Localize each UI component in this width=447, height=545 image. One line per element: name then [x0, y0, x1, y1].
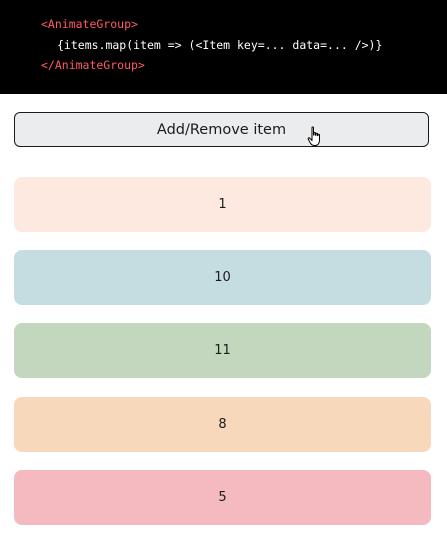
list-item: 8: [14, 397, 431, 452]
list-item: 11: [14, 323, 431, 378]
add-remove-item-button-label: Add/Remove item: [156, 121, 287, 138]
list-item: 10: [14, 250, 431, 305]
add-remove-item-button[interactable]: Add/Remove item: [14, 112, 429, 147]
list-item-label: 11: [214, 343, 231, 358]
list-item-label: 1: [218, 197, 227, 212]
list-item: 1: [14, 177, 431, 232]
code-snippet: <AnimateGroup> {items.map(item => (<Item…: [0, 0, 447, 94]
list-item: 5: [14, 470, 431, 525]
hand-pointer-icon: [307, 126, 325, 148]
list-item-label: 10: [214, 270, 231, 285]
code-expression: {items.map(item => (<Item key=... data=.…: [57, 38, 383, 52]
code-close-tag: </AnimateGroup>: [41, 58, 145, 72]
list-item-label: 8: [218, 417, 227, 432]
code-open-tag: <AnimateGroup>: [41, 17, 138, 31]
list-item-label: 5: [218, 490, 227, 505]
